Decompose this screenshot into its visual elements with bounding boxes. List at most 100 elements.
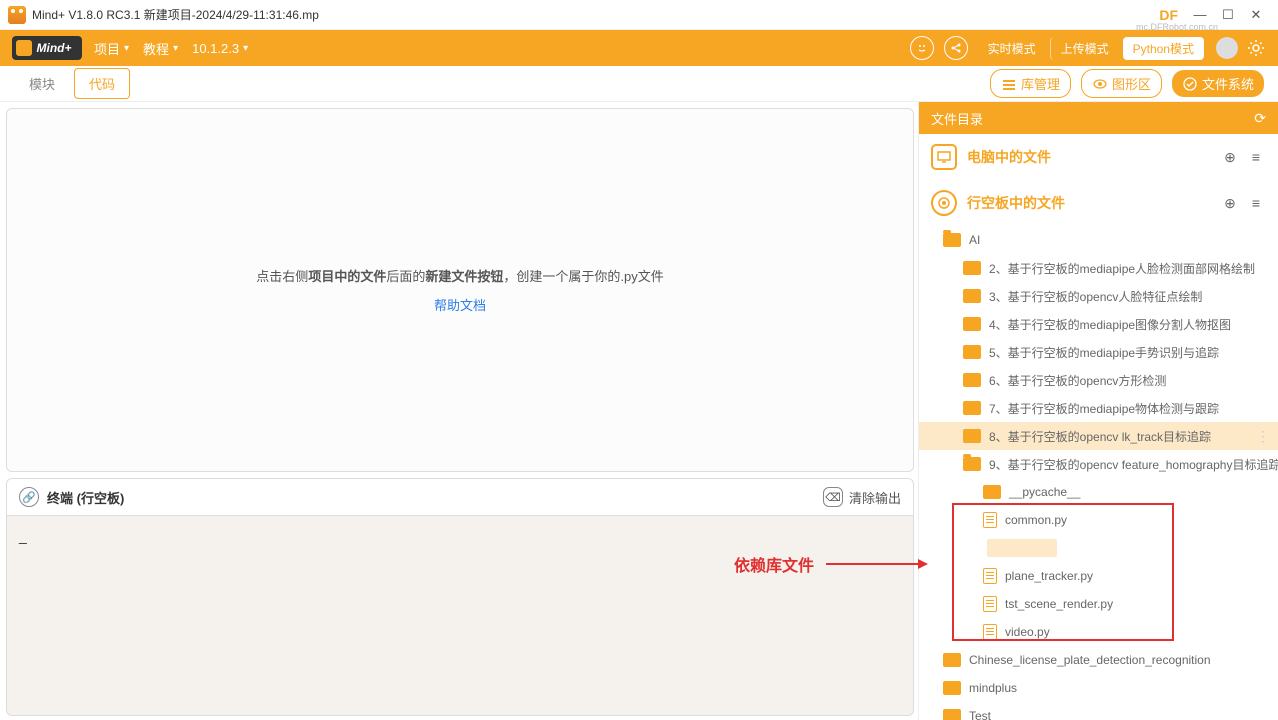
file-icon <box>983 512 997 528</box>
chevron-down-icon: ▾ <box>124 43 129 54</box>
window-title: Mind+ V1.8.0 RC3.1 新建项目-2024/4/29-11:31:… <box>32 6 319 23</box>
board-icon <box>931 190 957 216</box>
link-icon: 🔗 <box>19 487 39 507</box>
menu-icon[interactable]: ≡ <box>1246 147 1266 167</box>
mode-realtime[interactable]: 实时模式 <box>978 37 1046 60</box>
app-icon <box>8 6 26 24</box>
check-circle-icon <box>1182 76 1198 92</box>
tree-file-item[interactable]: tst_scene_render.py <box>919 590 1278 618</box>
folder-icon <box>943 709 961 720</box>
maximize-button[interactable]: ☐ <box>1214 7 1242 23</box>
folder-icon <box>963 345 981 359</box>
board-files-label: 行空板中的文件 <box>967 193 1214 213</box>
tree-folder-item[interactable]: 9、基于行空板的opencv feature_homography目标追踪 <box>919 450 1278 478</box>
tree-folder-item[interactable]: 2、基于行空板的mediapipe人脸检测面部网格绘制 <box>919 254 1278 282</box>
minimize-button[interactable]: — <box>1186 7 1214 22</box>
file-directory-header: 文件目录 ⟳ <box>919 102 1278 134</box>
new-file-icon[interactable]: ⊕ <box>1220 147 1240 167</box>
gear-icon[interactable] <box>1246 38 1266 58</box>
tree-folder-item[interactable]: 5、基于行空板的mediapipe手势识别与追踪 <box>919 338 1278 366</box>
eye-icon <box>1092 76 1108 92</box>
terminal-cursor: _ <box>19 528 27 544</box>
editor-hint: 点击右侧项目中的文件后面的新建文件按钮，创建一个属于你的.py文件 <box>256 266 663 285</box>
tree-item-label: video.py <box>1005 625 1050 639</box>
tree-item-label: __pycache__ <box>1009 485 1080 499</box>
tree-item-label: mindplus <box>969 681 1017 695</box>
editor-area: 点击右侧项目中的文件后面的新建文件按钮，创建一个属于你的.py文件 帮助文档 <box>6 108 914 472</box>
folder-icon <box>943 233 961 247</box>
tree-folder-item[interactable]: mindplus <box>919 674 1278 702</box>
tree-item-label: 7、基于行空板的mediapipe物体检测与跟踪 <box>989 400 1219 417</box>
tree-folder-item[interactable]: __pycache__ <box>919 478 1278 506</box>
computer-files-label: 电脑中的文件 <box>967 147 1214 167</box>
clear-output-button[interactable]: ⌫清除输出 <box>823 487 901 507</box>
more-icon[interactable]: ⋮ <box>1256 428 1270 445</box>
chevron-down-icon: ▾ <box>243 43 248 54</box>
main: 点击右侧项目中的文件后面的新建文件按钮，创建一个属于你的.py文件 帮助文档 🔗… <box>0 102 1278 720</box>
file-tree: AI 2、基于行空板的mediapipe人脸检测面部网格绘制 3、基于行空板的ope… <box>919 226 1278 720</box>
help-link[interactable]: 帮助文档 <box>434 295 486 314</box>
folder-icon <box>963 429 981 443</box>
menu-icon[interactable]: ≡ <box>1246 193 1266 213</box>
folder-icon <box>963 317 981 331</box>
folder-icon <box>963 289 981 303</box>
tree-file-item[interactable]: common.py <box>919 506 1278 534</box>
computer-files-section[interactable]: 电脑中的文件 ⊕ ≡ <box>919 134 1278 180</box>
menu-version[interactable]: 10.1.2.3▾ <box>192 41 248 56</box>
folder-icon <box>943 681 961 695</box>
new-file-icon[interactable]: ⊕ <box>1220 193 1240 213</box>
mindplus-logo: Mind+ <box>12 36 82 60</box>
lib-manage-button[interactable]: 库管理 <box>990 69 1071 98</box>
tree-file-item[interactable]: plane_tracker.py <box>919 562 1278 590</box>
smiley-icon[interactable] <box>910 36 934 60</box>
tree-folder-item[interactable]: 6、基于行空板的opencv方形检测 <box>919 366 1278 394</box>
refresh-icon[interactable]: ⟳ <box>1254 110 1266 127</box>
tree-folder-item[interactable]: Chinese_license_plate_detection_recognit… <box>919 646 1278 674</box>
tree-folder-item[interactable]: Test <box>919 702 1278 720</box>
tree-file-item[interactable]: video.py <box>919 618 1278 646</box>
tree-item-label: tst_scene_render.py <box>1005 597 1113 611</box>
menubar: Mind+ 项目▾ 教程▾ 10.1.2.3▾ 实时模式 上传模式 Python… <box>0 30 1278 66</box>
menu-project[interactable]: 项目▾ <box>94 39 129 58</box>
terminal-body[interactable]: _ <box>6 516 914 716</box>
terminal-header: 🔗 终端 (行空板) ⌫清除输出 <box>6 478 914 516</box>
monitor-icon <box>931 144 957 170</box>
tree-item-label: Chinese_license_plate_detection_recognit… <box>969 653 1211 667</box>
tree-folder-item[interactable]: 3、基于行空板的opencv人脸特征点绘制 <box>919 282 1278 310</box>
filesystem-button[interactable]: 文件系统 <box>1172 70 1264 97</box>
tree-item-label: Test <box>969 709 991 720</box>
tree-item-label: 6、基于行空板的opencv方形检测 <box>989 372 1166 389</box>
tree-item-label: AI <box>969 233 980 247</box>
file-icon <box>983 596 997 612</box>
tab-block[interactable]: 模块 <box>14 68 70 99</box>
toolbar: 模块 代码 库管理 图形区 文件系统 <box>0 66 1278 102</box>
close-button[interactable]: ✕ <box>1242 7 1270 23</box>
broom-icon: ⌫ <box>823 487 843 507</box>
mode-python[interactable]: Python模式 <box>1123 37 1204 60</box>
tree-folder-item[interactable]: 4、基于行空板的mediapipe图像分割人物抠图 <box>919 310 1278 338</box>
menu-tutorial[interactable]: 教程▾ <box>143 39 178 58</box>
file-icon <box>983 568 997 584</box>
tree-item-label: plane_tracker.py <box>1005 569 1093 583</box>
chevron-down-icon: ▾ <box>173 43 178 54</box>
file-icon <box>983 624 997 640</box>
tree-folder-item[interactable]: 7、基于行空板的mediapipe物体检测与跟踪 <box>919 394 1278 422</box>
terminal-label: 终端 (行空板) <box>47 488 124 507</box>
tree-item-label: 5、基于行空板的mediapipe手势识别与追踪 <box>989 344 1219 361</box>
tab-code[interactable]: 代码 <box>74 68 130 99</box>
mode-upload[interactable]: 上传模式 <box>1050 37 1119 60</box>
left-pane: 点击右侧项目中的文件后面的新建文件按钮，创建一个属于你的.py文件 帮助文档 🔗… <box>0 102 918 720</box>
board-files-section[interactable]: 行空板中的文件 ⊕ ≡ <box>919 180 1278 226</box>
tree-folder-item[interactable] <box>919 534 1278 562</box>
tree-folder-item[interactable]: AI <box>919 226 1278 254</box>
tree-item-label: 9、基于行空板的opencv feature_homography目标追踪 <box>989 456 1278 473</box>
graphics-button[interactable]: 图形区 <box>1081 69 1162 98</box>
tree-folder-item[interactable]: 8、基于行空板的opencv lk_track目标追踪⋮ <box>919 422 1278 450</box>
folder-icon <box>963 261 981 275</box>
avatar[interactable] <box>1216 37 1238 59</box>
share-icon[interactable] <box>944 36 968 60</box>
tree-item-label: 2、基于行空板的mediapipe人脸检测面部网格绘制 <box>989 260 1255 277</box>
df-logo: DF <box>1159 7 1178 23</box>
tree-item-label: 4、基于行空板的mediapipe图像分割人物抠图 <box>989 316 1231 333</box>
tree-item-label: 3、基于行空板的opencv人脸特征点绘制 <box>989 288 1202 305</box>
